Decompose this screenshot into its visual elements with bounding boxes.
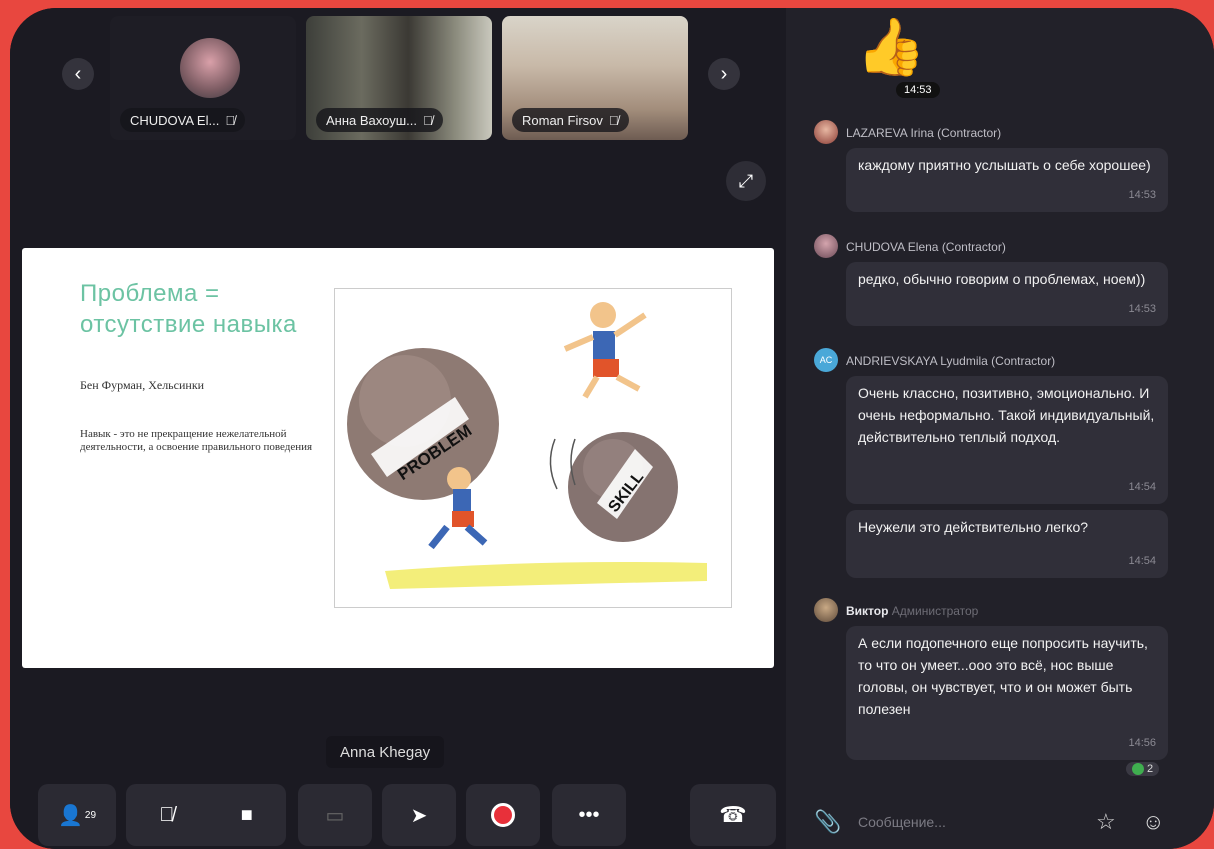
slide-title: Проблема = отсутствие навыка	[80, 280, 297, 338]
speaker-name-badge: Anna Khegay	[326, 736, 445, 768]
next-participants-button[interactable]: ›	[708, 58, 740, 90]
avatar	[180, 38, 240, 98]
avatar	[814, 120, 838, 144]
reaction-time: 14:53	[896, 82, 940, 98]
screen-icon: ▭	[325, 804, 345, 827]
message-bubble: каждому приятно услышать о себе хорошее)…	[846, 148, 1168, 212]
participant-tile[interactable]: Анна Вахоуш... 🎙̸	[306, 16, 492, 140]
avatar	[814, 598, 838, 622]
camera-icon[interactable]: ■	[241, 804, 253, 827]
message-reaction[interactable]: 2	[1126, 762, 1160, 776]
mic-off-icon: 🎙̸	[608, 112, 619, 128]
message-text: А если подопечного еще попросить научить…	[858, 635, 1148, 717]
message-time: 14:53	[1128, 303, 1156, 315]
more-icon: •••	[578, 803, 600, 826]
message-text: Очень классно, позитивно, эмоционально. …	[858, 385, 1155, 445]
participant-name: Анна Вахоуш...	[326, 112, 417, 128]
shared-screen: Проблема = отсутствие навыка Бен Фурман,…	[22, 248, 774, 668]
message-input-bar: 📎 Сообщение... ☆ ☺	[786, 794, 1214, 849]
message-bubble: редко, обычно говорим о проблемах, ноем)…	[846, 262, 1168, 326]
message-time: 14:53	[1128, 189, 1156, 201]
participant-tile[interactable]: CHUDOVA El... 🎙̸	[110, 16, 296, 140]
avatar: AC	[814, 348, 838, 372]
slide-author: Бен Фурман, Хельсинки	[80, 378, 205, 392]
send-button[interactable]: ➤	[382, 784, 456, 846]
message-author: Виктор Администратор	[846, 604, 978, 618]
message-author: ANDRIEVSKAYA Lyudmila (Contractor)	[846, 354, 1056, 368]
paperclip-icon[interactable]: 📎	[814, 809, 841, 835]
slide-illustration: PROBLEM SKILL	[334, 288, 732, 608]
message-time: 14:56	[1128, 737, 1156, 749]
chat-panel: 👍 14:53 LAZAREVA Irina (Contractor) кажд…	[786, 8, 1214, 849]
message-author: CHUDOVA Elena (Contractor)	[846, 240, 1006, 254]
media-controls: 🎙̸ ■	[126, 784, 286, 846]
message-author-name: Виктор	[846, 604, 889, 618]
screen-share-button[interactable]: ▭	[298, 784, 372, 846]
record-button[interactable]	[466, 784, 540, 846]
participant-label: Roman Firsov 🎙̸	[512, 108, 629, 132]
emoji-icon[interactable]: ☺	[1142, 809, 1164, 835]
message-author: LAZAREVA Irina (Contractor)	[846, 126, 1002, 140]
star-icon[interactable]: ☆	[1096, 809, 1116, 835]
record-icon	[491, 803, 515, 827]
participant-tile[interactable]: Roman Firsov 🎙̸	[502, 16, 688, 140]
slide-text: Навык - это не прекращение нежелательной…	[80, 428, 313, 453]
send-icon: ➤	[410, 804, 428, 827]
participant-label: CHUDOVA El... 🎙̸	[120, 108, 246, 132]
phone-icon: ☎	[719, 802, 747, 827]
hang-up-button[interactable]: ☎	[690, 784, 776, 846]
participant-label: Анна Вахоуш... 🎙̸	[316, 108, 443, 132]
participant-name: CHUDOVA El...	[130, 112, 220, 128]
participants-count: 29	[84, 809, 97, 821]
message-time: 14:54	[1128, 555, 1156, 567]
message-text: Неужели это действительно легко?	[858, 519, 1089, 535]
message-input[interactable]: Сообщение...	[858, 814, 946, 830]
prev-participants-button[interactable]: ‹	[62, 58, 94, 90]
message-text: редко, обычно говорим о проблемах, ноем)…	[858, 271, 1146, 287]
message-time: 14:54	[1128, 481, 1156, 493]
participants-button[interactable]: 👤 29	[38, 784, 116, 846]
avatar	[814, 234, 838, 258]
thumbs-up-icon: 👍	[856, 15, 926, 78]
mic-off-icon: 🎙̸	[225, 112, 236, 128]
mic-off-icon[interactable]: 🎙̸	[159, 804, 174, 827]
thumbs-up-icon	[1132, 763, 1144, 775]
people-icon: 👤	[57, 804, 83, 827]
message-bubble: Очень классно, позитивно, эмоционально. …	[846, 376, 1168, 504]
reaction-count: 2	[1147, 763, 1154, 775]
fullscreen-icon[interactable]: ⤢	[726, 161, 766, 201]
mic-off-icon: 🎙̸	[422, 112, 433, 128]
more-button[interactable]: •••	[552, 784, 626, 846]
message-bubble: Неужели это действительно легко? 14:54	[846, 510, 1168, 578]
meeting-window: ‹ CHUDOVA El... 🎙̸ Анна Вахоуш... 🎙̸ Roman…	[10, 8, 1214, 849]
message-text: каждому приятно услышать о себе хорошее)	[858, 157, 1151, 173]
message-bubble: А если подопечного еще попросить научить…	[846, 626, 1168, 760]
message-author-role: Администратор	[891, 604, 979, 618]
participant-name: Roman Firsov	[522, 112, 603, 128]
video-area: ‹ CHUDOVA El... 🎙̸ Анна Вахоуш... 🎙̸ Roman…	[10, 8, 786, 849]
